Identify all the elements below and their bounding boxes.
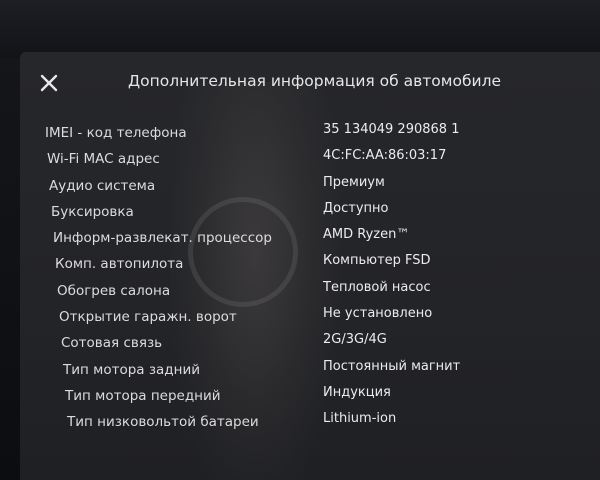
info-value: Не установлено bbox=[323, 306, 433, 322]
info-value: AMD Ryzen™ bbox=[323, 227, 410, 243]
info-list: IMEI - код телефона 35 134049 290868 1 W… bbox=[20, 122, 600, 438]
info-row-cabin-heating: Обогрев салона Тепловой насос bbox=[20, 280, 600, 306]
info-row-cellular: Сотовая связь 2G/3G/4G bbox=[20, 332, 600, 358]
info-value: 35 134049 290868 1 bbox=[323, 122, 460, 137]
info-row-wifi-mac: Wi-Fi MAC адрес 4C:FC:AA:86:03:17 bbox=[20, 148, 600, 174]
info-value: Lithium-ion bbox=[323, 411, 397, 427]
info-row-rear-motor: Тип мотора задний Постоянный магнит bbox=[20, 359, 600, 385]
info-label: Wi-Fi MAC адрес bbox=[47, 151, 160, 168]
info-label: Открытие гаражн. ворот bbox=[59, 309, 237, 326]
info-value: 2G/3G/4G bbox=[323, 332, 387, 348]
screen: Дополнительная информация об автомобиле … bbox=[0, 0, 600, 480]
info-value: Тепловой насос bbox=[323, 279, 431, 295]
info-value: Индукция bbox=[323, 384, 391, 400]
info-label: Аудио система bbox=[49, 177, 156, 194]
info-label: Обогрев салона bbox=[57, 282, 171, 299]
info-row-garage-door: Открытие гаражн. ворот Не установлено bbox=[20, 306, 600, 332]
screen-bezel bbox=[0, 0, 600, 58]
info-value: Постоянный магнит bbox=[323, 358, 461, 374]
vehicle-info-dialog: Дополнительная информация об автомобиле … bbox=[20, 52, 600, 480]
info-value: Премиум bbox=[323, 174, 385, 190]
info-label: Информ-развлекат. процессор bbox=[53, 230, 272, 247]
close-button[interactable] bbox=[36, 70, 62, 96]
info-row-low-voltage-battery: Тип низковольтой батареи Lithium-ion bbox=[20, 411, 600, 437]
info-value: 4C:FC:AA:86:03:17 bbox=[323, 148, 447, 164]
info-label: Тип низковольтой батареи bbox=[67, 414, 259, 431]
info-row-autopilot: Комп. автопилота Компьютер FSD bbox=[20, 253, 600, 279]
dialog-title: Дополнительная информация об автомобиле bbox=[128, 72, 502, 90]
info-label: Сотовая связь bbox=[61, 335, 163, 352]
info-row-audio: Аудио система Премиум bbox=[20, 175, 600, 201]
info-label: IMEI - код телефона bbox=[45, 125, 187, 141]
info-row-infotainment: Информ-развлекат. процессор AMD Ryzen™ bbox=[20, 227, 600, 253]
info-label: Тип мотора задний bbox=[63, 361, 200, 378]
info-value: Компьютер FSD bbox=[323, 253, 431, 269]
close-icon bbox=[40, 74, 58, 92]
info-label: Комп. автопилота bbox=[55, 256, 184, 273]
info-row-front-motor: Тип мотора передний Индукция bbox=[20, 385, 600, 411]
info-value: Доступно bbox=[323, 200, 389, 216]
info-row-imei: IMEI - код телефона 35 134049 290868 1 bbox=[20, 122, 600, 148]
info-row-towing: Буксировка Доступно bbox=[20, 201, 600, 227]
info-label: Тип мотора передний bbox=[65, 387, 221, 404]
info-label: Буксировка bbox=[51, 203, 134, 220]
